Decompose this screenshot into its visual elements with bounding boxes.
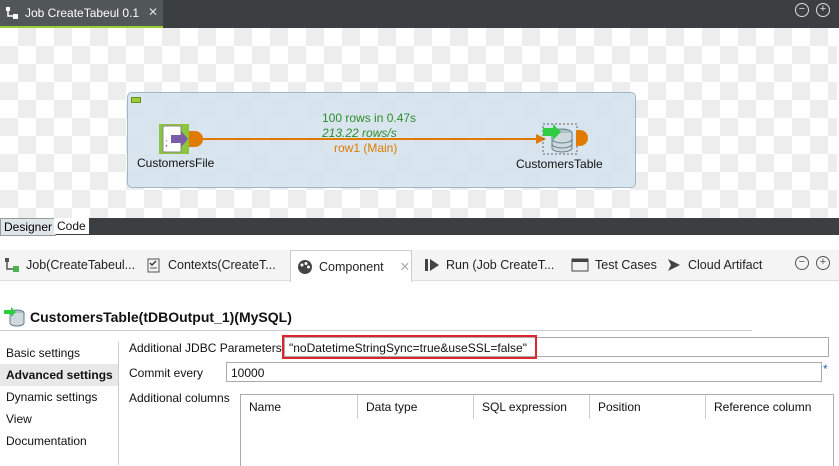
tab-test-cases-label: Test Cases [595, 258, 657, 272]
tab-contexts[interactable]: Contexts(CreateT... [146, 250, 276, 280]
tab-component[interactable]: Component ✕ [290, 250, 412, 282]
customers-file-component[interactable]: ; [159, 124, 203, 154]
flow-rate-stats: 213.22 rows/s [322, 126, 397, 140]
flow-rows-stats: 100 rows in 0.47s [322, 111, 417, 125]
bottom-tabbar: Job(CreateTabeul... Contexts(CreateT... … [0, 250, 839, 282]
input-connector-icon[interactable] [576, 130, 588, 146]
component-title: CustomersTable(tDBOutput_1)(MySQL) [30, 309, 292, 325]
file-input-icon: ; [159, 124, 189, 154]
tab-cloud-artifact[interactable]: Cloud Artifact [666, 250, 762, 280]
run-icon [425, 259, 439, 271]
nav-advanced-settings[interactable]: Advanced settings [0, 364, 118, 386]
tab-contexts-label: Contexts(CreateT... [168, 258, 276, 272]
view-tabs: Designer Code [0, 218, 839, 236]
tab-run[interactable]: Run (Job CreateT... [424, 250, 554, 280]
title-divider [0, 330, 752, 331]
database-output-icon [542, 123, 578, 155]
nav-dynamic-settings[interactable]: Dynamic settings [0, 386, 118, 408]
nav-view[interactable]: View [0, 408, 118, 430]
settings-nav: Basic settings Advanced settings Dynamic… [0, 342, 119, 465]
contexts-icon [147, 258, 160, 273]
svg-text:;: ; [165, 138, 168, 149]
customers-table-label: CustomersTable [516, 157, 603, 171]
highlight-box [282, 335, 537, 359]
customers-table-component[interactable] [540, 122, 588, 156]
output-connector-icon[interactable] [189, 131, 203, 147]
minimize-icon[interactable]: − [795, 3, 809, 17]
tab-designer[interactable]: Designer [0, 218, 57, 236]
customers-file-label: CustomersFile [137, 156, 215, 170]
minimize-icon[interactable]: − [795, 256, 809, 270]
tab-code[interactable]: Code [54, 218, 89, 234]
tab-job[interactable]: Job(CreateTabeul... [4, 250, 135, 280]
designer-canvas[interactable]: ; CustomersFile CustomersTable 100 rows … [0, 28, 837, 218]
close-icon[interactable]: ✕ [148, 5, 158, 19]
flow-link-layer [202, 134, 546, 144]
column-header-name[interactable]: Name [241, 395, 358, 419]
maximize-icon[interactable]: + [816, 3, 830, 17]
editor-tabbar: Job CreateTabeul 0.1 ✕ − + [0, 0, 839, 28]
component-title-bar: CustomersTable(tDBOutput_1)(MySQL) [0, 305, 839, 329]
column-header-sql-expression[interactable]: SQL expression [474, 395, 590, 419]
test-cases-icon [571, 258, 589, 272]
database-output-icon [4, 307, 25, 327]
nav-documentation[interactable]: Documentation [0, 430, 118, 452]
column-header-position[interactable]: Position [590, 395, 706, 419]
jdbc-params-label: Additional JDBC Parameters [129, 341, 282, 355]
tab-run-label: Run (Job CreateT... [446, 258, 555, 272]
commit-every-label: Commit every [129, 366, 204, 380]
flow-link-label[interactable]: row1 (Main) [334, 141, 397, 155]
job-editor-tab[interactable]: Job CreateTabeul 0.1 ✕ [0, 0, 163, 28]
column-header-reference-column[interactable]: Reference column [706, 395, 832, 419]
additional-columns-table[interactable]: Name Data type SQL expression Position R… [240, 394, 834, 466]
editor-tab-title: Job CreateTabeul 0.1 [25, 6, 140, 20]
maximize-icon[interactable]: + [816, 256, 830, 270]
commit-every-input[interactable]: 10000 [226, 362, 822, 382]
column-header-data-type[interactable]: Data type [358, 395, 474, 419]
tab-component-label: Component [319, 259, 384, 274]
palette-icon [298, 259, 312, 274]
tab-job-label: Job(CreateTabeul... [26, 258, 136, 272]
tab-cloud-artifact-label: Cloud Artifact [688, 258, 763, 272]
job-icon [6, 7, 18, 19]
close-icon[interactable]: ✕ [400, 259, 410, 274]
additional-columns-label: Additional columns [129, 391, 230, 405]
required-marker: * [823, 362, 828, 376]
job-icon [5, 258, 19, 272]
nav-basic-settings[interactable]: Basic settings [0, 342, 118, 364]
cloud-artifact-icon [668, 259, 680, 271]
tab-test-cases[interactable]: Test Cases [571, 250, 657, 280]
